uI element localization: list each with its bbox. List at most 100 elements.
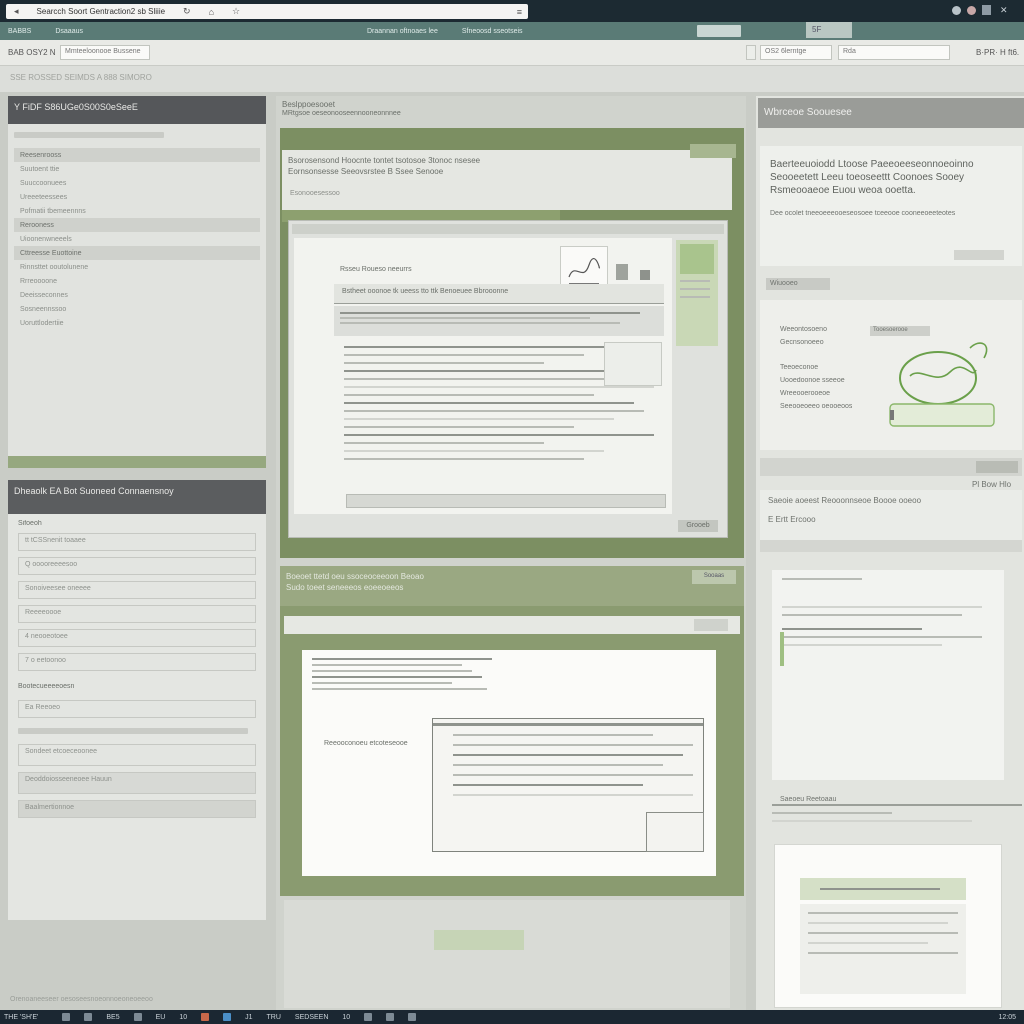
sidebar-item[interactable]: Suuccoonuees [14,176,260,190]
refresh-icon[interactable]: ↻ [183,6,191,17]
toolbar: BAB OSY2 N Mmteeloonooe Bussene OS2 6ler… [0,40,1024,66]
left-panel-accent [8,456,266,468]
left-panel: Y FiDF S86UGe0S00S0eSeeE Reesenrooss Suu… [8,96,266,468]
toolbar-input[interactable]: Mmteeloonooe Bussene [60,45,150,60]
sidebar-item-label: Rrreoooone [20,277,57,285]
toolbar-input-secondary[interactable]: OS2 6lerntge [760,45,832,60]
preview-doc-heading: Bstheet ooonoe tk ueess tto ttk Benoeuee… [342,288,509,295]
right-panel-preview [772,570,1004,780]
taskbar: THE 'SH'E' BE5 EU 10 J1 TRU SEDSEEN 10 1… [0,1010,1024,1024]
form-field[interactable]: Q ooooreeeesoo [18,557,256,575]
sidebar-item[interactable]: Pofmatii tbemeennns [14,204,260,218]
right-panel-title: Wbrceoe Soouesee [764,107,852,118]
sidebar-item[interactable]: Suutoent ttie [14,162,260,176]
sidebar-item[interactable]: Deeisseconnes [14,288,260,302]
form-field[interactable]: Baalmertionnoe [18,800,256,818]
taskbar-item[interactable]: 10 [179,1014,187,1021]
sidebar-item-label: Reesenrooss [20,151,62,159]
form-field[interactable]: Deoddoiosseeneoee Hauun [18,772,256,794]
app-icon[interactable] [386,1013,395,1021]
doc-mark [640,270,650,280]
right-list-lines [772,808,1022,848]
form-field[interactable]: Ea Reeoeo [18,700,256,718]
app-bar-item[interactable]: BABBS [8,28,31,35]
card-tab[interactable]: Esonooesessoo [290,190,340,197]
sidebar-item[interactable]: Rerooness [14,218,260,232]
breadcrumb: SSE ROSSED SEIMDS A 888 SIMORO [0,66,1024,92]
card-badge[interactable] [690,144,736,158]
card-2-badge[interactable]: Sooaas [692,570,736,584]
right-list-item[interactable]: Seeooeoeeo oeooeoos [780,403,852,410]
sidebar-item[interactable]: Reesenrooss [14,148,260,162]
form-field[interactable]: 7 o eetoonoo [18,653,256,671]
sidebar-item[interactable]: Rinnsttet ooutolunene [14,260,260,274]
sidebar-item[interactable]: Ureeeteessees [14,190,260,204]
right-panel-mid: Saeoie aoeest Reooonnseoe Boooe ooeoo E … [760,490,1022,540]
form-field[interactable]: tt tCSSnenit toaaee [18,533,256,551]
app-icon[interactable] [84,1013,93,1021]
taskbar-item[interactable]: J1 [245,1014,252,1021]
app-bar-item[interactable]: Draannan oftnoaes lee [367,28,438,35]
toolbar-badge[interactable]: 5F [806,22,852,38]
sidebar-item-label: Cttreesse Euottoine [20,249,82,257]
menu-icon[interactable]: ≡ [517,7,522,17]
back-icon[interactable]: ◂ [14,6,19,17]
right-list-heading: Saeoeu Reetoaau [780,796,837,803]
sidebar-item[interactable]: Uioonenwneeels [14,232,260,246]
right-list-item[interactable]: Weeontosoeno [780,326,852,333]
sidebar-item[interactable]: Sosneennssoo [14,302,260,316]
doc-view-toggle[interactable] [694,619,728,631]
app-bar-item[interactable]: Dsaaaus [55,28,83,35]
star-icon[interactable]: ☆ [232,6,240,17]
form-field[interactable]: Sonoiveesee oneeee [18,581,256,599]
extensions-icon[interactable] [982,5,991,15]
right-list-item[interactable]: Gecnsonoeeo [780,339,852,346]
app-bar-item[interactable]: Sfneoosd sseotseis [462,28,523,35]
taskbar-item[interactable]: EU [156,1014,166,1021]
app-icon[interactable] [201,1013,210,1021]
app-icon[interactable] [62,1013,71,1021]
taskbar-item[interactable]: BE5 [106,1014,119,1021]
app-icon[interactable] [364,1013,373,1021]
sidebar-item-label: Uoruttlodertiie [20,319,64,327]
minimize-icon[interactable] [952,6,961,15]
taskbar-item[interactable]: 10 [342,1014,350,1021]
form-field[interactable]: Reeeeoooe [18,605,256,623]
preview-doc-heading-bar: Bstheet ooonoe tk ueess tto ttk Benoeuee… [334,284,664,304]
taskbar-start-label[interactable]: THE 'SH'E' [4,1014,38,1021]
app-search-box[interactable] [696,25,741,37]
toolbar-label: BAB OSY2 N [8,48,56,57]
doc-mark [616,264,628,280]
taskbar-item[interactable]: SEDSEEN [295,1014,328,1021]
right-preview-accent [780,632,784,666]
document-card-subtitle: Eornsonsesse Seeovsrstee B Ssee Senooe [288,167,444,176]
toolbar-toggle[interactable] [746,45,756,60]
card-2-badge-label: Sooaas [703,573,725,579]
close-icon[interactable]: ✕ [1000,5,1010,15]
app-icon[interactable] [133,1013,142,1021]
toolbar-search[interactable]: Rda [838,45,950,60]
taskbar-item[interactable]: TRU [267,1014,281,1021]
app-icon[interactable] [408,1013,417,1021]
right-list-item[interactable]: Teeoeconoe [780,364,852,371]
sidebar-item-label: Suutoent ttie [20,165,60,173]
maximize-icon[interactable] [967,6,976,15]
sidebar-item[interactable]: Rrreoooone [14,274,260,288]
home-icon[interactable]: ⌂ [209,7,214,17]
preview-footer-button[interactable]: Grooeb [678,520,718,532]
form-field[interactable]: Sondeet etcoeceoonee [18,744,256,766]
sidebar-item[interactable]: Cttreesse Euottoine [14,246,260,260]
sidebar-item[interactable]: Uoruttlodertiie [14,316,260,330]
right-panel-badge[interactable]: Wiuooeo [766,278,830,290]
sidebar-item-label: Sosneennssoo [20,305,67,313]
app-icon[interactable] [223,1013,232,1021]
app-bar: BABBS Dsaaaus Draannan oftnoaes lee Sfne… [0,22,1024,40]
left-form-title: Dheaolk EA Bot Suoneed Connaensnoy [14,486,174,496]
right-list-item[interactable]: Wreeooerooeoe [780,390,852,397]
right-panel-link[interactable] [954,250,1004,260]
form-field[interactable]: 4 neooeotoee [18,629,256,647]
center-bottom-faded [284,900,730,1008]
address-bar-text[interactable]: Searcch Soort Gentraction2 sb Sliiie [37,7,166,16]
address-bar[interactable]: ◂ Searcch Soort Gentraction2 sb Sliiie ↻… [6,4,528,19]
right-list-item[interactable]: Uooedoonoe sseeoe [780,377,852,384]
